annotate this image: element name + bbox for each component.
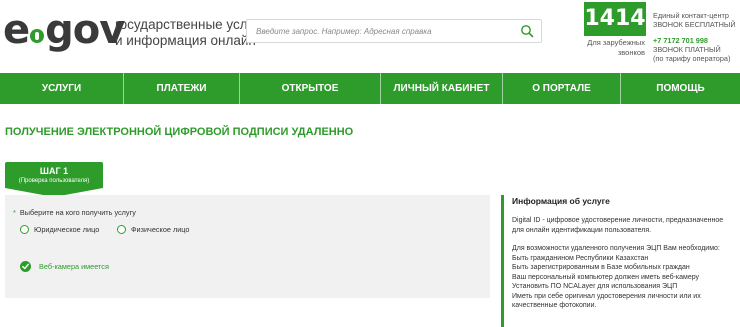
recipient-prompt: * Выберите на кого получить услугу: [13, 208, 136, 217]
site-header: e gov государственные услуги и информаци…: [0, 0, 740, 72]
contact-center-label: Единый контакт-центр: [653, 11, 729, 20]
step-tab: ШАГ 1 (Проверка пользователя): [5, 162, 103, 188]
radio-circle-icon[interactable]: [117, 225, 126, 234]
requirements-list: Для возможности удаленного получения ЭЦП…: [512, 244, 740, 311]
nav-item-about-portal[interactable]: О ПОРТАЛЕ: [503, 73, 621, 104]
radio-individual[interactable]: Физическое лицо: [117, 225, 189, 234]
requirement-item: Быть гражданином Республики Казахстан: [512, 254, 649, 262]
description-line: для онлайн идентификации пользователя.: [512, 226, 652, 234]
contact-phone[interactable]: +7 7172 701 998: [653, 36, 739, 45]
nav-item-help[interactable]: ПОМОЩЬ: [621, 73, 740, 104]
nav-item-personal-cabinet[interactable]: ЛИЧНЫЙ КАБИНЕТ: [381, 73, 503, 104]
page-title: ПОЛУЧЕНИЕ ЭЛЕКТРОННОЙ ЦИФРОВОЙ ПОДПИСИ У…: [5, 126, 354, 138]
paid-call-label: ЗВОНОК ПЛАТНЫЙ: [653, 45, 721, 54]
logo-gov: gov: [45, 7, 125, 53]
service-info-title: Информация об услуге: [512, 196, 610, 206]
main-nav: УСЛУГИ ПЛАТЕЖИ ОТКРЫТОЕ ПРАВИТЕЛЬСТВО ЛИ…: [0, 73, 740, 125]
webcam-status-text: Веб-камера имеется: [39, 262, 109, 271]
requirement-item: Быть зарегистрированным в Базе мобильных…: [512, 264, 690, 271]
step-title: ШАГ 1: [39, 166, 69, 176]
logo-mark-icon: [30, 29, 45, 43]
requirement-item: Иметь при себе оригинал удостоверения ли…: [512, 292, 701, 300]
requirement-item: Ваш персональный компьютер должен иметь …: [512, 273, 700, 281]
radio-circle-icon[interactable]: [20, 225, 29, 234]
service-info-panel: Информация об услуге Digital ID - цифров…: [501, 195, 740, 327]
requirement-item: Установить ПО NCALayer для использования…: [512, 283, 678, 290]
search-input[interactable]: [247, 20, 517, 42]
nav-item-services[interactable]: УСЛУГИ: [0, 73, 124, 104]
radio-individual-label: Физическое лицо: [131, 225, 190, 234]
radio-legal-entity-label: Юридическое лицо: [34, 225, 100, 234]
free-call-label: ЗВОНОК БЕСПЛАТНЫЙ: [653, 20, 736, 29]
description-line: Digital ID - цифровое удостоверение личн…: [512, 217, 724, 224]
tariff-label: (по тарифу оператора): [653, 54, 731, 63]
user-check-panel: * Выберите на кого получить услугу Юриди…: [5, 195, 490, 298]
abroad-calls-label: Для зарубежных звонков: [577, 38, 645, 58]
radio-legal-entity[interactable]: Юридическое лицо: [20, 225, 99, 234]
search-box: [246, 19, 542, 43]
contact-center-info: Единый контакт-центр ЗВОНОК БЕСПЛАТНЫЙ +…: [653, 11, 739, 63]
logo-e: e: [3, 7, 30, 53]
abroad-line1: Для зарубежных: [587, 38, 645, 47]
requirement-item: качественные фотокопии.: [512, 302, 597, 309]
nav-item-open-government[interactable]: ОТКРЫТОЕ ПРАВИТЕЛЬСТВО: [240, 73, 381, 125]
requirements-intro: Для возможности удаленного получения ЭЦП…: [512, 245, 720, 252]
tagline-line2: и информация онлайн: [115, 33, 256, 48]
contact-short-number[interactable]: 1414: [584, 2, 646, 36]
search-icon[interactable]: [520, 24, 534, 38]
recipient-prompt-text: Выберите на кого получить услугу: [19, 208, 136, 217]
nav-item-payments[interactable]: ПЛАТЕЖИ: [124, 73, 240, 104]
webcam-status: Веб-камера имеется: [20, 261, 109, 272]
abroad-line2: звонков: [617, 48, 645, 57]
check-circle-icon: [20, 261, 31, 272]
egov-logo[interactable]: e gov: [3, 7, 125, 53]
required-mark: *: [13, 208, 16, 217]
tagline-line1: государственные услуги: [115, 17, 267, 32]
site-tagline: государственные услуги и информация онла…: [115, 17, 267, 49]
service-description: Digital ID - цифровое удостоверение личн…: [512, 216, 740, 235]
step-subtitle: (Проверка пользователя): [18, 178, 90, 184]
